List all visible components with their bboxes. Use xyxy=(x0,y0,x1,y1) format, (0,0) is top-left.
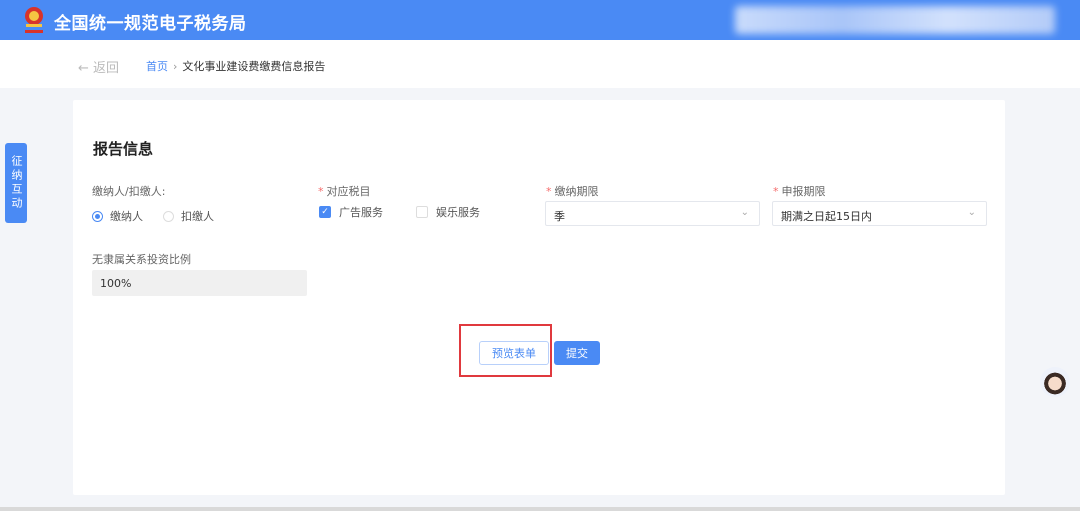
breadcrumb: 首页 › 文化事业建设费缴费信息报告 xyxy=(146,58,325,74)
checkbox-checked-icon: ✓ xyxy=(319,206,331,218)
report-form-card: 报告信息 缴纳人/扣缴人: 缴纳人 扣缴人 * 对应税目 ✓ 广告服务 娱乐服务 *… xyxy=(73,100,1005,495)
app-title: 全国统一规范电子税务局 xyxy=(54,14,247,34)
ratio-input[interactable]: 100% xyxy=(92,270,307,296)
preview-form-button[interactable]: 预览表单 xyxy=(479,341,549,365)
bottom-divider xyxy=(0,507,1080,511)
radio-payer[interactable]: 缴纳人 xyxy=(92,208,143,224)
breadcrumb-current: 文化事业建设费缴费信息报告 xyxy=(182,60,326,73)
side-tab-interaction[interactable]: 征纳互动 xyxy=(5,143,27,223)
checkbox-advertising[interactable]: ✓ 广告服务 xyxy=(319,204,383,220)
radio-label: 扣缴人 xyxy=(181,210,214,223)
payer-label: 缴纳人/扣缴人: xyxy=(92,185,166,198)
assistant-avatar-icon[interactable] xyxy=(1040,367,1070,397)
top-header: 全国统一规范电子税务局 xyxy=(0,0,1080,40)
submit-button[interactable]: 提交 xyxy=(554,341,600,365)
select-value: 季 xyxy=(554,210,565,223)
breadcrumb-separator: › xyxy=(173,60,178,73)
filing-period-select[interactable]: 期满之日起15日内 ⌄ xyxy=(772,201,987,226)
breadcrumb-home-link[interactable]: 首页 xyxy=(146,60,168,73)
ratio-label: 无隶属关系投资比例 xyxy=(92,253,191,266)
chevron-down-icon: ⌄ xyxy=(967,207,976,218)
radio-withholder[interactable]: 扣缴人 xyxy=(163,208,214,224)
chevron-down-icon: ⌄ xyxy=(740,207,749,218)
filing-period-label: * 申报期限 xyxy=(773,185,826,198)
user-info-blurred[interactable] xyxy=(735,6,1055,34)
select-value: 期满之日起15日内 xyxy=(781,210,872,223)
radio-label: 缴纳人 xyxy=(110,210,143,223)
payment-period-label: * 缴纳期限 xyxy=(546,185,599,198)
breadcrumb-bar: ← 返回 首页 › 文化事业建设费缴费信息报告 xyxy=(0,40,1080,88)
tax-item-label: * 对应税目 xyxy=(318,185,371,198)
back-button[interactable]: ← 返回 xyxy=(78,57,119,76)
radio-unchecked-icon xyxy=(163,210,174,222)
checkbox-entertainment[interactable]: 娱乐服务 xyxy=(416,204,480,220)
checkbox-label: 广告服务 xyxy=(339,206,383,219)
section-title: 报告信息 xyxy=(93,140,154,158)
radio-checked-icon xyxy=(92,210,103,222)
checkbox-unchecked-icon xyxy=(416,206,428,218)
checkbox-label: 娱乐服务 xyxy=(436,206,480,219)
national-emblem-icon xyxy=(25,7,43,33)
payment-period-select[interactable]: 季 ⌄ xyxy=(545,201,760,226)
